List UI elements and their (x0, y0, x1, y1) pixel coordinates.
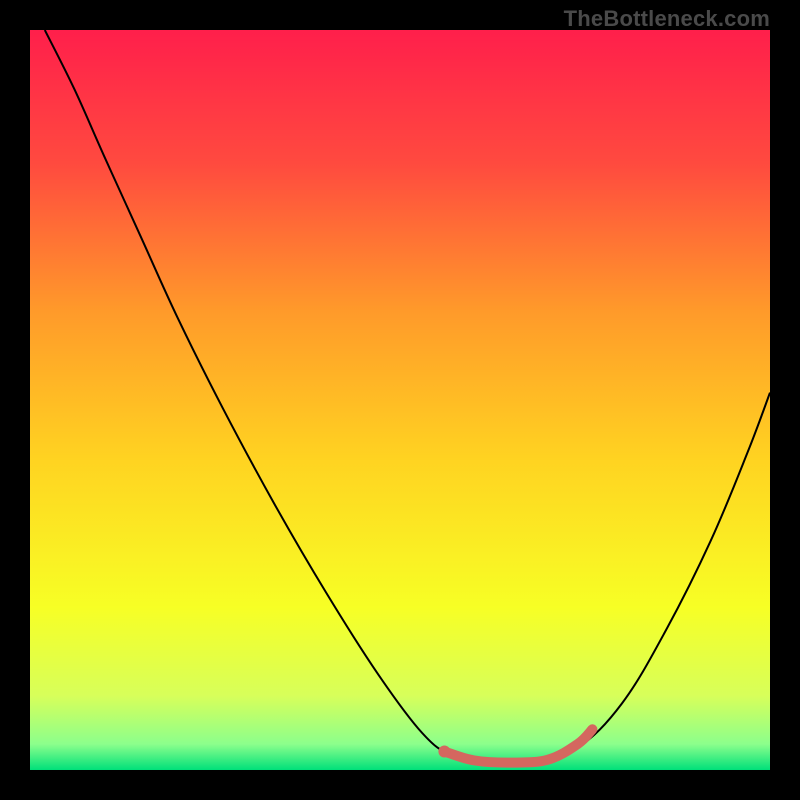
chart-frame: TheBottleneck.com (0, 0, 800, 800)
highlight-start-dot (438, 746, 450, 758)
plot-area (30, 30, 770, 770)
chart-svg (30, 30, 770, 770)
watermark-text: TheBottleneck.com (564, 6, 770, 32)
gradient-background (30, 30, 770, 770)
